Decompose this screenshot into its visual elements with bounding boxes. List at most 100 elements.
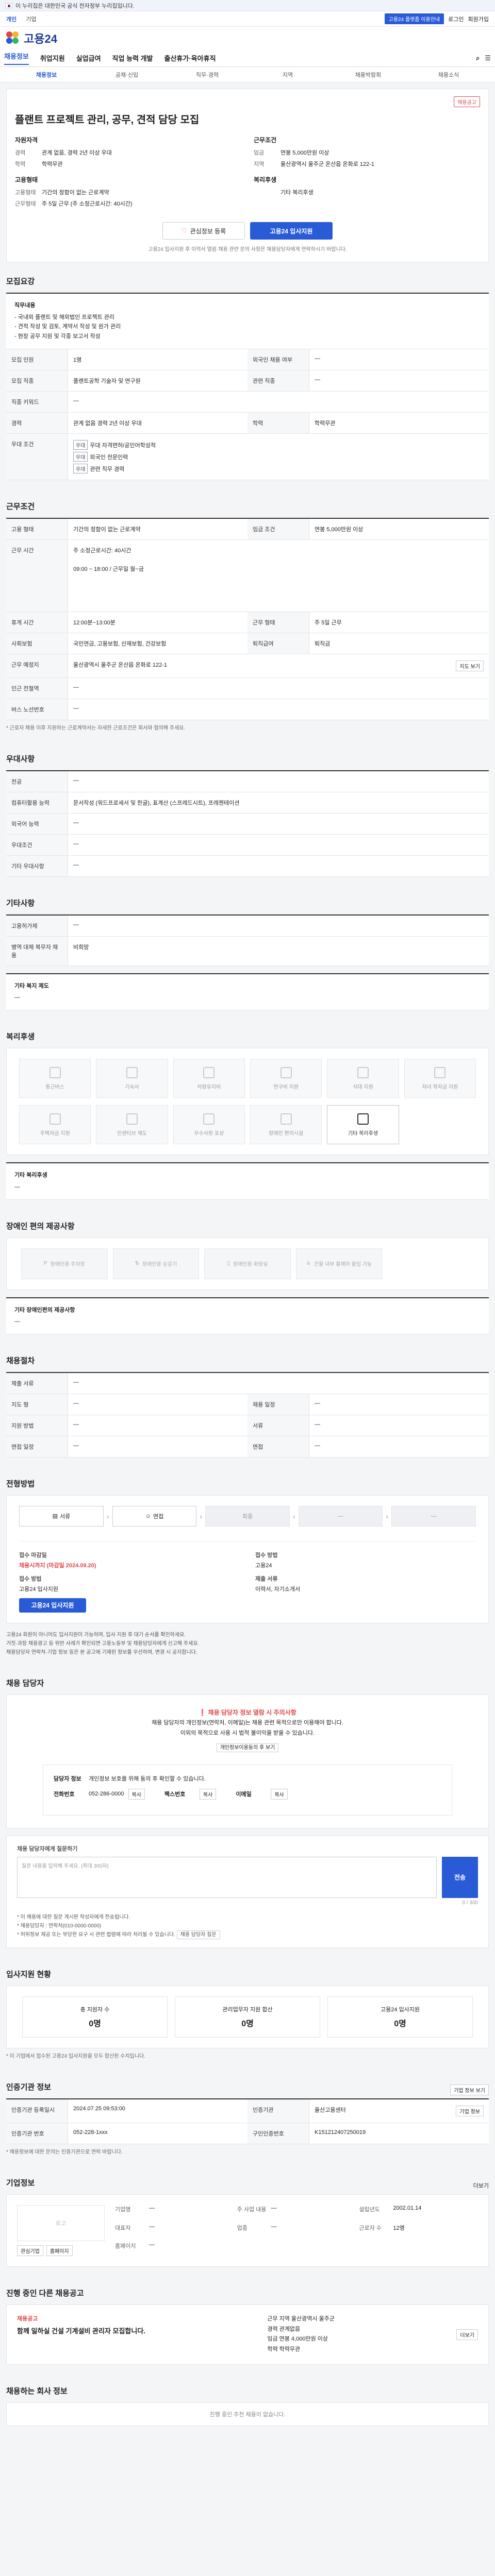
cell-label: 휴게 시간 <box>6 612 68 633</box>
stat-label: 관리업무자 지원 합산 <box>222 2006 273 2013</box>
welfare-item: 연구비 지원 <box>250 1059 322 1098</box>
qa-notes: * 이 채용에 대한 질문 게시판 작성자에게 전송됩니다. * 채용담당자 :… <box>17 1913 478 1939</box>
nav-item-leave[interactable]: 출산휴가·육아휴직 <box>164 53 216 63</box>
other-extra-title: 기타 복지 제도 <box>14 982 49 989</box>
cell-label: 고용 형태 <box>6 518 68 539</box>
corp-value: — <box>271 2223 277 2230</box>
meal-icon <box>357 1066 369 1078</box>
field-label: 경력 <box>15 150 26 156</box>
corp-value: 2002.01.14 <box>393 2205 422 2211</box>
field-value: 기타 복리후생 <box>280 190 314 196</box>
signup-link[interactable]: 회원가입 <box>468 15 489 23</box>
cell-label: 기타 우대사항 <box>6 855 68 876</box>
corp-label: 설립년도 <box>359 2206 380 2213</box>
logo-icon[interactable] <box>6 31 20 45</box>
cell-value: 기간의 정함이 없는 근로계약 <box>73 526 141 533</box>
login-link[interactable]: 로그인 <box>448 15 464 23</box>
duty-line: - 국내외 플랜트 및 해외법인 프로젝트 관리 <box>14 314 115 320</box>
subnav-item[interactable]: 직무·경력 <box>167 71 248 79</box>
more-job-detail: 근무 지역 울산광역시 울주군 <box>267 2315 335 2322</box>
agency-detail-button[interactable]: 기업 정보 <box>456 2105 484 2116</box>
warning-line: 거짓·과장 채용광고 등 위반 사례가 확인되면 고용노동부 및 채용담당자에게… <box>6 1640 200 1647</box>
copy-fax-button[interactable]: 복사 <box>199 1788 217 1800</box>
pref-item: 외국인 전문인력 <box>90 454 128 461</box>
subnav-item[interactable]: 채용박람회 <box>328 71 408 79</box>
qa-input[interactable]: 질문 내용을 입력해 주세요. (최대 300자) <box>17 1856 437 1898</box>
qa-send-button[interactable]: 전송 <box>442 1856 478 1898</box>
subnav-item[interactable]: 지역 <box>248 71 328 79</box>
nav-item-jobs[interactable]: 채용정보 <box>4 51 29 65</box>
disabled-extra-box: 기타 장애인편의 제공사항 — <box>6 1297 489 1334</box>
platform-guide-link[interactable]: 고용24 플랫폼 이용안내 <box>384 13 444 24</box>
process-step: ▤ 서류 <box>19 1505 104 1527</box>
more-job-title[interactable]: 함께 일하실 건설 기계설비 관리자 모집합니다. <box>17 2326 145 2335</box>
corp-label: 홈페이지 <box>115 2243 136 2250</box>
apply-button-secondary[interactable]: 고용24 입사지원 <box>19 1598 86 1613</box>
arrow-right-icon: › <box>106 1512 109 1520</box>
subnav-item[interactable]: 공채·신입 <box>87 71 167 79</box>
disabled-extra-title: 기타 장애인편의 제공사항 <box>14 1307 75 1313</box>
select-table: 제출 서류 — 지도 형 — 채용 일정 — 지원 방법 — 서류 — 면접 일정 — 면접 — <box>6 1371 489 1458</box>
welfare-label: 기타 복리후생 <box>348 1130 378 1137</box>
welfare-extra-box: 기타 복리후생 — <box>6 1162 489 1200</box>
top-link-company[interactable]: 기업 <box>26 15 36 23</box>
cell-value: — <box>315 355 320 362</box>
welfare-label: 연구비 지원 <box>273 1084 299 1090</box>
section-title: 기타사항 <box>6 899 35 908</box>
welfare-label: 통근버스 <box>45 1084 65 1090</box>
homepage-button[interactable]: 홈페이지 <box>46 2245 73 2256</box>
field-value: 기간의 정함이 없는 근로계약 <box>42 190 109 196</box>
logo-text[interactable]: 고용24 <box>24 30 57 46</box>
cell-label: 근무 형태 <box>248 612 309 633</box>
manager-label: 전화번호 <box>54 1791 75 1798</box>
cell-value: 연봉 5,000만원 이상 <box>315 526 364 533</box>
more-job-card[interactable]: 채용공고 함께 일하실 건설 기계설비 관리자 모집합니다. 근무 지역 울산광… <box>6 2304 489 2365</box>
copy-phone-button[interactable]: 복사 <box>128 1788 145 1800</box>
nav-item-benefit[interactable]: 실업급여 <box>76 53 101 63</box>
nav-item-support[interactable]: 취업지원 <box>40 53 65 63</box>
cell-label: 고용허가제 <box>6 915 68 936</box>
cell-label: 근무 시간 <box>6 539 68 612</box>
search-icon[interactable]: ⌕ <box>476 54 480 62</box>
copy-email-button[interactable]: 복사 <box>271 1788 288 1800</box>
company-info-button[interactable]: 기업 정보 보기 <box>450 2084 489 2095</box>
cell-value: 주 5일 근무 <box>315 619 342 626</box>
apply-button[interactable]: 고용24 입사지원 <box>250 222 333 240</box>
section-title: 인증기관 정보 <box>6 2082 51 2092</box>
cell-label: 지도 형 <box>6 1394 68 1415</box>
field-label: 학력 <box>15 161 26 167</box>
subnav-item[interactable]: 채용정보 <box>6 71 87 79</box>
section-title: 진행 중인 다른 채용공고 <box>6 2289 84 2298</box>
corp-value: — <box>271 2205 277 2211</box>
top-link-personal[interactable]: 개인 <box>6 15 16 23</box>
cell-value: — <box>73 684 79 690</box>
map-button[interactable]: 지도 보기 <box>456 660 484 671</box>
pref-tag: 우대 <box>73 463 88 473</box>
welfare-item: 식대 지원 <box>327 1059 399 1098</box>
stat-card: 고용24 입사지원 0명 <box>327 1996 473 2038</box>
applicants-note: * 이 기업에서 접수된 고용24 입사지원을 모두 합산된 수치입니다. <box>6 2053 146 2059</box>
heart-icon: ♡ <box>181 227 187 234</box>
more-jobs-button[interactable]: 더보기 <box>456 2329 478 2340</box>
nav-item-training[interactable]: 직업 능력 개발 <box>112 53 153 63</box>
section-title: 전형방법 <box>6 1479 35 1488</box>
favorite-company-button[interactable]: 관심기업 <box>17 2245 43 2256</box>
cell-value: — <box>73 1379 79 1385</box>
privacy-consent-button[interactable]: 개인정보이용동의 후 보기 <box>216 1743 279 1753</box>
corp-more-link[interactable]: 더보기 <box>473 2181 489 2190</box>
field-value: 관계 없음, 경력 2년 이상 우대 <box>42 150 112 156</box>
cell-label: 구인인증번호 <box>248 2123 309 2144</box>
cell-label: 지원 방법 <box>6 1415 68 1436</box>
subnav-item[interactable]: 채용소식 <box>408 71 489 79</box>
manager-warning-text: 채용 담당자의 개인정보(연락처, 이메일)는 채용 관련 목적으로만 이용해야… <box>152 1720 343 1726</box>
like-button[interactable]: ♡ 관심정보 등록 <box>162 222 245 240</box>
more-job-detail: 학력 학력무관 <box>267 2346 301 2353</box>
cell-label: 인증기관 번호 <box>6 2123 68 2144</box>
welfare-label: 주택자금 지원 <box>40 1130 70 1137</box>
wheelchair-icon <box>280 1113 292 1125</box>
more-job-detail: 경력 관계없음 <box>267 2326 301 2332</box>
menu-icon[interactable]: ☰ <box>485 54 491 62</box>
cell-value: 관계 없음 경력 2년 이상 우대 <box>73 420 142 427</box>
qa-link-button[interactable]: 채용 담당자 질문 <box>176 1930 220 1939</box>
step-label: — <box>338 1513 344 1519</box>
